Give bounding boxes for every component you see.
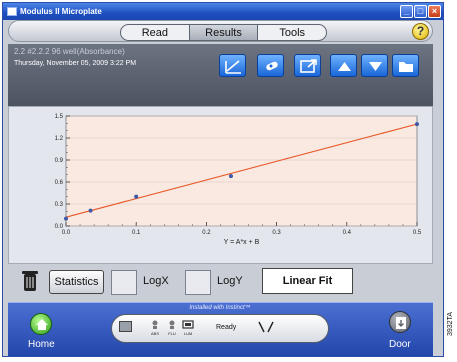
mode-label-lum: LUM <box>183 331 193 336</box>
pipette-icon <box>266 61 278 71</box>
export-icon <box>300 59 317 73</box>
move-up-button[interactable] <box>330 54 357 77</box>
pipette-button[interactable] <box>257 54 284 77</box>
data-point <box>228 174 233 179</box>
fit-equation: Y = A*x + B <box>224 239 260 246</box>
mode-label-flu: FLU <box>168 331 176 336</box>
y-tick-label: 0.6 <box>55 180 64 186</box>
data-point <box>64 216 68 221</box>
app-icon <box>7 7 17 16</box>
home-label: Home <box>28 339 55 350</box>
window-title: Modulus II Microplate <box>20 7 102 16</box>
door-button[interactable] <box>389 311 411 333</box>
door-icon <box>396 317 406 329</box>
protocol-label: 2.2 #2.2.2 96 well(Absorbance) <box>14 47 125 56</box>
arrow-up-icon <box>338 62 351 71</box>
data-point <box>134 194 139 199</box>
logy-label: LogY <box>217 275 243 287</box>
logy-checkbox[interactable] <box>185 270 211 295</box>
arrow-down-icon <box>369 62 382 71</box>
x-tick-label: 0.3 <box>272 230 281 236</box>
logx-checkbox[interactable] <box>111 270 137 295</box>
y-tick-label: 1.5 <box>55 114 64 120</box>
x-tick-label: 0.0 <box>62 230 71 236</box>
x-tick-label: 0.5 <box>413 230 422 236</box>
curve-fit-icon <box>225 60 241 74</box>
status-ready: Ready <box>216 324 237 331</box>
logx-label: LogX <box>143 275 169 287</box>
move-down-button[interactable] <box>361 54 388 77</box>
absorbance-mode-icon <box>152 320 158 329</box>
linear-fit-button[interactable]: Linear Fit <box>262 268 353 294</box>
door-label: Door <box>389 339 411 350</box>
x-tick-label: 0.1 <box>132 230 141 236</box>
luminescence-mode-icon <box>182 320 194 329</box>
y-tick-label: 0.3 <box>55 202 64 208</box>
close-button[interactable]: × <box>428 5 441 18</box>
statistics-button[interactable]: Statistics <box>49 270 104 294</box>
data-point <box>415 122 419 127</box>
connection-arrows-icon <box>258 321 274 333</box>
trash-icon[interactable] <box>22 271 38 291</box>
x-tick-label: 0.4 <box>343 230 352 236</box>
home-icon <box>36 319 48 330</box>
home-button[interactable] <box>30 313 52 335</box>
title-bar: Modulus II Microplate _ □ × <box>3 3 443 20</box>
y-tick-label: 0.9 <box>55 158 64 164</box>
x-tick-label: 0.2 <box>202 230 211 236</box>
installed-label: Installed with Instinct™ <box>189 305 251 311</box>
folder-icon <box>399 62 413 72</box>
export-button[interactable] <box>294 54 321 77</box>
data-point <box>88 208 93 213</box>
y-tick-label: 1.2 <box>55 136 64 142</box>
tab-tools[interactable]: Tools <box>257 25 326 40</box>
maximize-button[interactable]: □ <box>414 5 427 18</box>
help-button[interactable]: ? <box>412 23 429 40</box>
minimize-button[interactable]: _ <box>400 5 413 18</box>
instrument-icon <box>119 321 132 332</box>
open-folder-button[interactable] <box>392 54 419 77</box>
tab-bar: Read Results Tools <box>120 24 327 41</box>
figure-code: 3932TA <box>447 312 454 336</box>
calibration-chart: 0.00.30.60.91.21.50.0 0.1 0.2 0.3 0.4 0.5 Y =… <box>55 114 422 246</box>
tab-read[interactable]: Read <box>121 25 189 40</box>
timestamp-label: Thursday, November 05, 2009 3:22 PM <box>14 60 137 67</box>
tab-results[interactable]: Results <box>188 25 258 40</box>
fluorescence-mode-icon <box>169 320 175 329</box>
curve-fit-button[interactable] <box>219 54 246 77</box>
mode-label-abs: ABS <box>150 331 159 336</box>
